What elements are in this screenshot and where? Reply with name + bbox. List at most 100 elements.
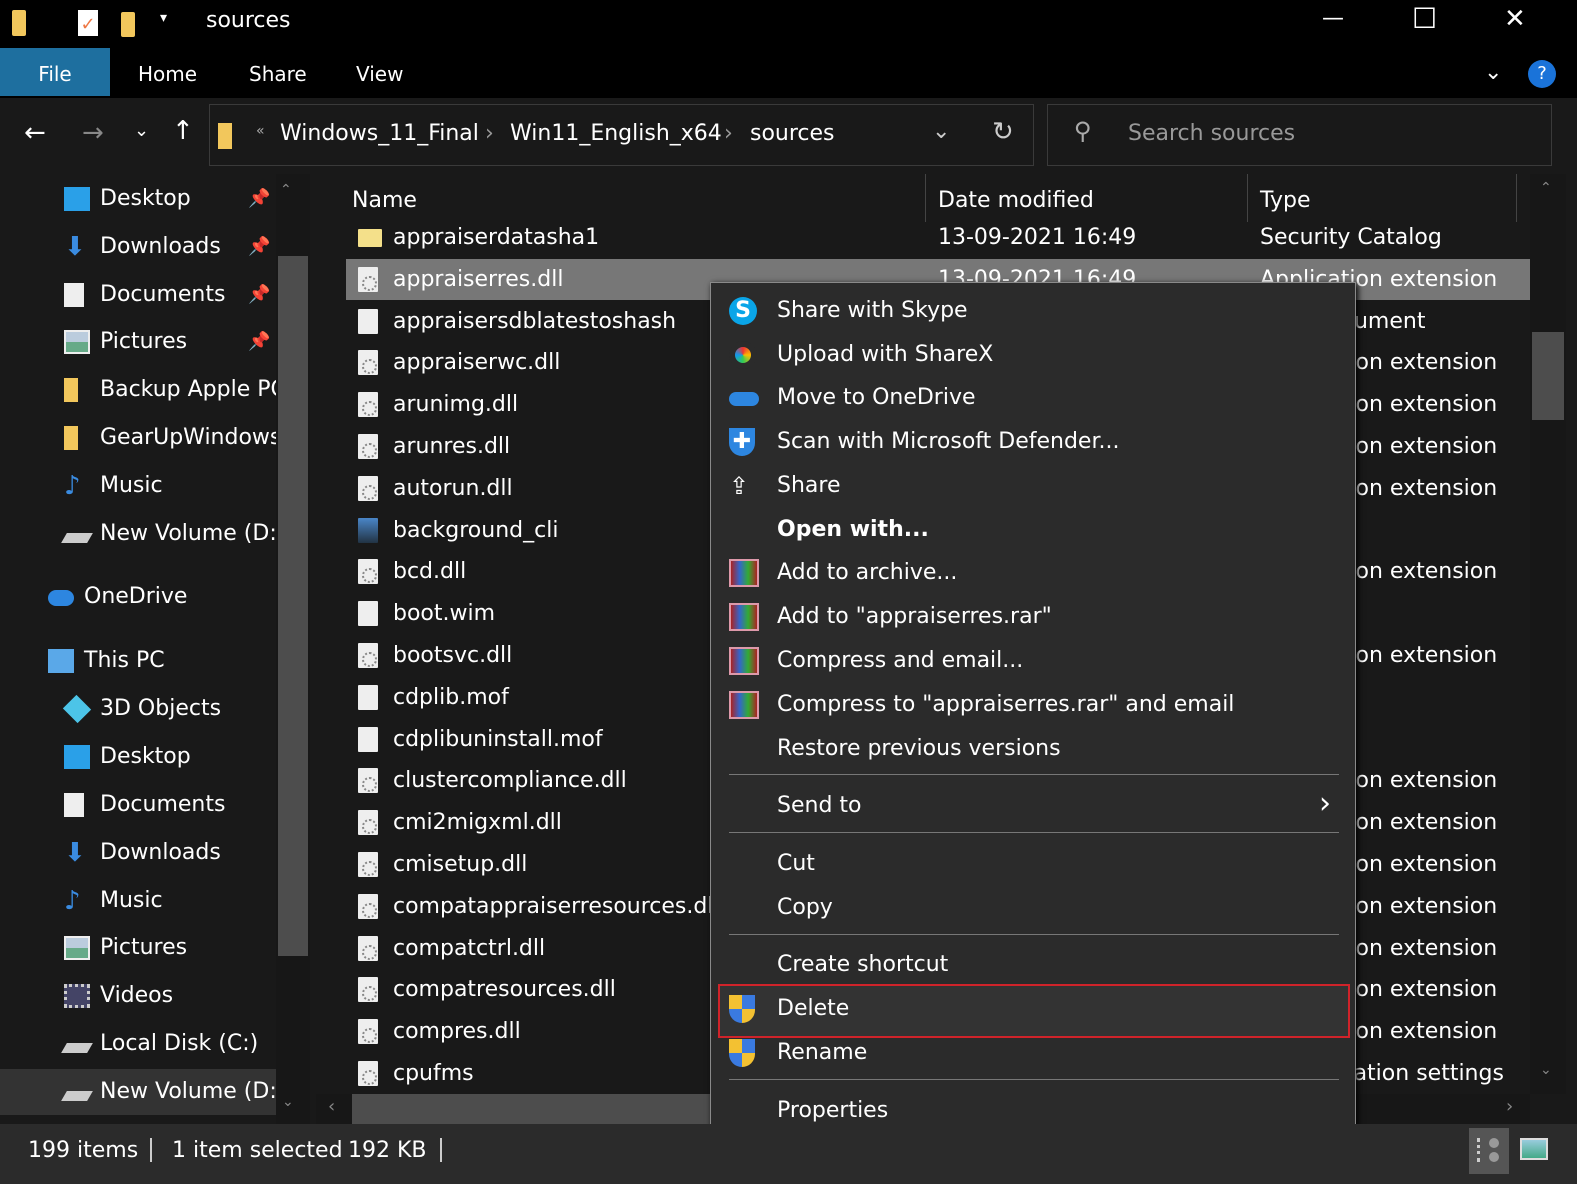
sidebar-item[interactable]: New Volume (D:) xyxy=(0,1068,276,1115)
menu-item-compress-and-email[interactable]: Compress and email... xyxy=(711,639,1355,683)
back-button[interactable]: ← xyxy=(24,118,46,148)
sidebar-item[interactable]: ♪ Music xyxy=(0,878,276,924)
close-button[interactable]: ✕ xyxy=(1504,4,1526,34)
pin-icon[interactable]: 📌 xyxy=(248,272,270,318)
sidebar-item-label: Music xyxy=(100,472,163,498)
menu-item-restore-previous-versions[interactable]: Restore previous versions xyxy=(711,727,1355,771)
search-input[interactable]: Search sources xyxy=(1128,121,1295,146)
properties-icon[interactable]: ✓ xyxy=(78,10,98,36)
sidebar-item[interactable]: Documents xyxy=(0,782,276,828)
minimize-button[interactable]: — xyxy=(1322,6,1344,31)
file-name: bootsvc.dll xyxy=(393,643,513,668)
breadcrumb-overflow[interactable]: « xyxy=(256,123,265,139)
sidebar-item[interactable]: ⬇ Downloads 📌 xyxy=(0,224,276,270)
menu-item-open-with[interactable]: Open with... xyxy=(711,508,1355,552)
sidebar-item[interactable]: Backup Apple PC xyxy=(0,367,276,413)
pin-icon[interactable]: 📌 xyxy=(248,176,270,222)
menu-item-label: Compress to "appraiserres.rar" and email xyxy=(777,692,1235,717)
sidebar-item[interactable]: Pictures xyxy=(0,925,276,971)
sharex-icon xyxy=(729,341,759,369)
large-icons-view-button[interactable] xyxy=(1520,1138,1548,1160)
tab-share[interactable]: Share xyxy=(221,48,335,96)
refresh-icon[interactable]: ↻ xyxy=(992,117,1014,147)
sidebar-item[interactable]: OneDrive xyxy=(0,574,276,620)
menu-item-cut[interactable]: Cut xyxy=(711,842,1355,886)
breadcrumb-sources[interactable]: sources xyxy=(750,121,835,146)
file-date: 13-09-2021 16:49 xyxy=(938,225,1137,250)
breadcrumb-win11-english-x64[interactable]: Win11_English_x64 xyxy=(510,121,722,146)
new-folder-icon[interactable] xyxy=(121,12,135,37)
menu-item-add-to-archive[interactable]: Add to archive... xyxy=(711,551,1355,595)
column-header-date[interactable]: Date modified xyxy=(938,188,1094,213)
scroll-down-icon[interactable]: ⌄ xyxy=(282,1094,294,1110)
sidebar-item[interactable]: Desktop xyxy=(0,734,276,780)
column-header-name[interactable]: Name xyxy=(352,188,417,213)
sidebar-scrollbar[interactable]: ⌃ ⌄ xyxy=(276,174,310,1124)
file-row[interactable]: appraiserdatasha1 13-09-2021 16:49 Secur… xyxy=(346,217,1530,258)
dll-file-icon xyxy=(358,893,378,919)
catalog-file-icon xyxy=(358,229,382,247)
pin-icon[interactable]: 📌 xyxy=(248,224,270,270)
search-box[interactable]: ⚲ Search sources xyxy=(1047,104,1552,166)
sidebar-item-label: Videos xyxy=(100,983,174,1009)
scrollbar-thumb[interactable] xyxy=(1532,332,1564,420)
winrar-icon xyxy=(729,603,759,631)
sidebar-item[interactable]: GearUpWindows xyxy=(0,415,276,461)
forward-button[interactable]: → xyxy=(82,118,104,148)
file-name: compatresources.dll xyxy=(393,977,616,1003)
scrollbar-thumb[interactable] xyxy=(352,1094,752,1124)
scroll-up-icon[interactable]: ⌃ xyxy=(1540,180,1552,196)
scroll-up-icon[interactable]: ⌃ xyxy=(280,182,292,198)
pin-icon[interactable]: 📌 xyxy=(248,319,270,365)
customize-toolbar-icon[interactable]: ▾ xyxy=(160,10,167,26)
help-button[interactable]: ? xyxy=(1528,60,1556,88)
column-header-type[interactable]: Type xyxy=(1260,188,1311,213)
image-file-icon xyxy=(358,517,378,543)
search-icon: ⚲ xyxy=(1074,117,1092,145)
tab-file[interactable]: File xyxy=(0,48,110,96)
selected-size: 192 KB xyxy=(348,1138,427,1163)
menu-item-share[interactable]: ⇪ Share xyxy=(711,464,1355,508)
scroll-right-icon[interactable]: › xyxy=(1506,1096,1513,1117)
menu-item-copy[interactable]: Copy xyxy=(711,886,1355,930)
sidebar-item[interactable]: New Volume (D:) xyxy=(0,511,276,557)
up-button[interactable]: ↑ xyxy=(172,116,194,146)
address-bar[interactable]: « Windows_11_Final › Win11_English_x64 ›… xyxy=(209,104,1034,166)
maximize-button[interactable]: ☐ xyxy=(1412,2,1437,35)
menu-item-scan-with-microsoft-defender[interactable]: ✚ Scan with Microsoft Defender... xyxy=(711,420,1355,464)
chevron-right-icon: › xyxy=(1319,786,1331,821)
details-view-button[interactable] xyxy=(1469,1128,1509,1174)
tab-view[interactable]: View xyxy=(328,48,431,96)
dll-file-icon xyxy=(358,350,378,376)
menu-item-rename[interactable]: Rename xyxy=(711,1031,1355,1075)
recent-locations-button[interactable]: ⌄ xyxy=(134,120,149,141)
menu-item-create-shortcut[interactable]: Create shortcut xyxy=(711,943,1355,987)
context-menu: S Share with Skype Upload with ShareX Mo… xyxy=(710,282,1356,1136)
sidebar-item[interactable]: Local Disk (C:) xyxy=(0,1021,276,1067)
tab-home[interactable]: Home xyxy=(110,48,225,96)
sidebar-item[interactable]: ⬇ Downloads xyxy=(0,830,276,876)
menu-item-move-to-onedrive[interactable]: Move to OneDrive xyxy=(711,376,1355,420)
sidebar-item[interactable]: ♪ Music xyxy=(0,463,276,509)
sidebar-item[interactable]: Videos xyxy=(0,973,276,1019)
sidebar-item[interactable]: Pictures 📌 xyxy=(0,319,276,365)
breadcrumb-windows-11-final[interactable]: Windows_11_Final xyxy=(280,121,479,146)
menu-item-add-to-appraiserres-rar[interactable]: Add to "appraiserres.rar" xyxy=(711,595,1355,639)
scrollbar-thumb[interactable] xyxy=(278,256,308,956)
vertical-scrollbar[interactable]: ⌃ ⌄ xyxy=(1530,174,1566,1094)
dll-file-icon xyxy=(358,977,378,1003)
sidebar-item[interactable]: This PC xyxy=(0,638,276,684)
menu-item-send-to[interactable]: Send to › xyxy=(711,784,1355,828)
scroll-down-icon[interactable]: ⌄ xyxy=(1540,1062,1552,1078)
menu-item-compress-to-appraiserres-rar-and-email[interactable]: Compress to "appraiserres.rar" and email xyxy=(711,683,1355,727)
settings-file-icon xyxy=(358,1061,378,1086)
sidebar-item[interactable]: 3D Objects xyxy=(0,686,276,732)
menu-item-delete[interactable]: Delete xyxy=(711,987,1355,1031)
sidebar-item[interactable]: Documents 📌 xyxy=(0,272,276,318)
address-dropdown-icon[interactable]: ⌄ xyxy=(932,119,950,144)
scroll-left-icon[interactable]: ‹ xyxy=(328,1096,335,1117)
expand-ribbon-icon[interactable]: ⌄ xyxy=(1484,60,1502,85)
sidebar-item[interactable]: Desktop 📌 xyxy=(0,176,276,222)
menu-item-share-with-skype[interactable]: S Share with Skype xyxy=(711,289,1355,333)
menu-item-upload-with-sharex[interactable]: Upload with ShareX xyxy=(711,333,1355,377)
